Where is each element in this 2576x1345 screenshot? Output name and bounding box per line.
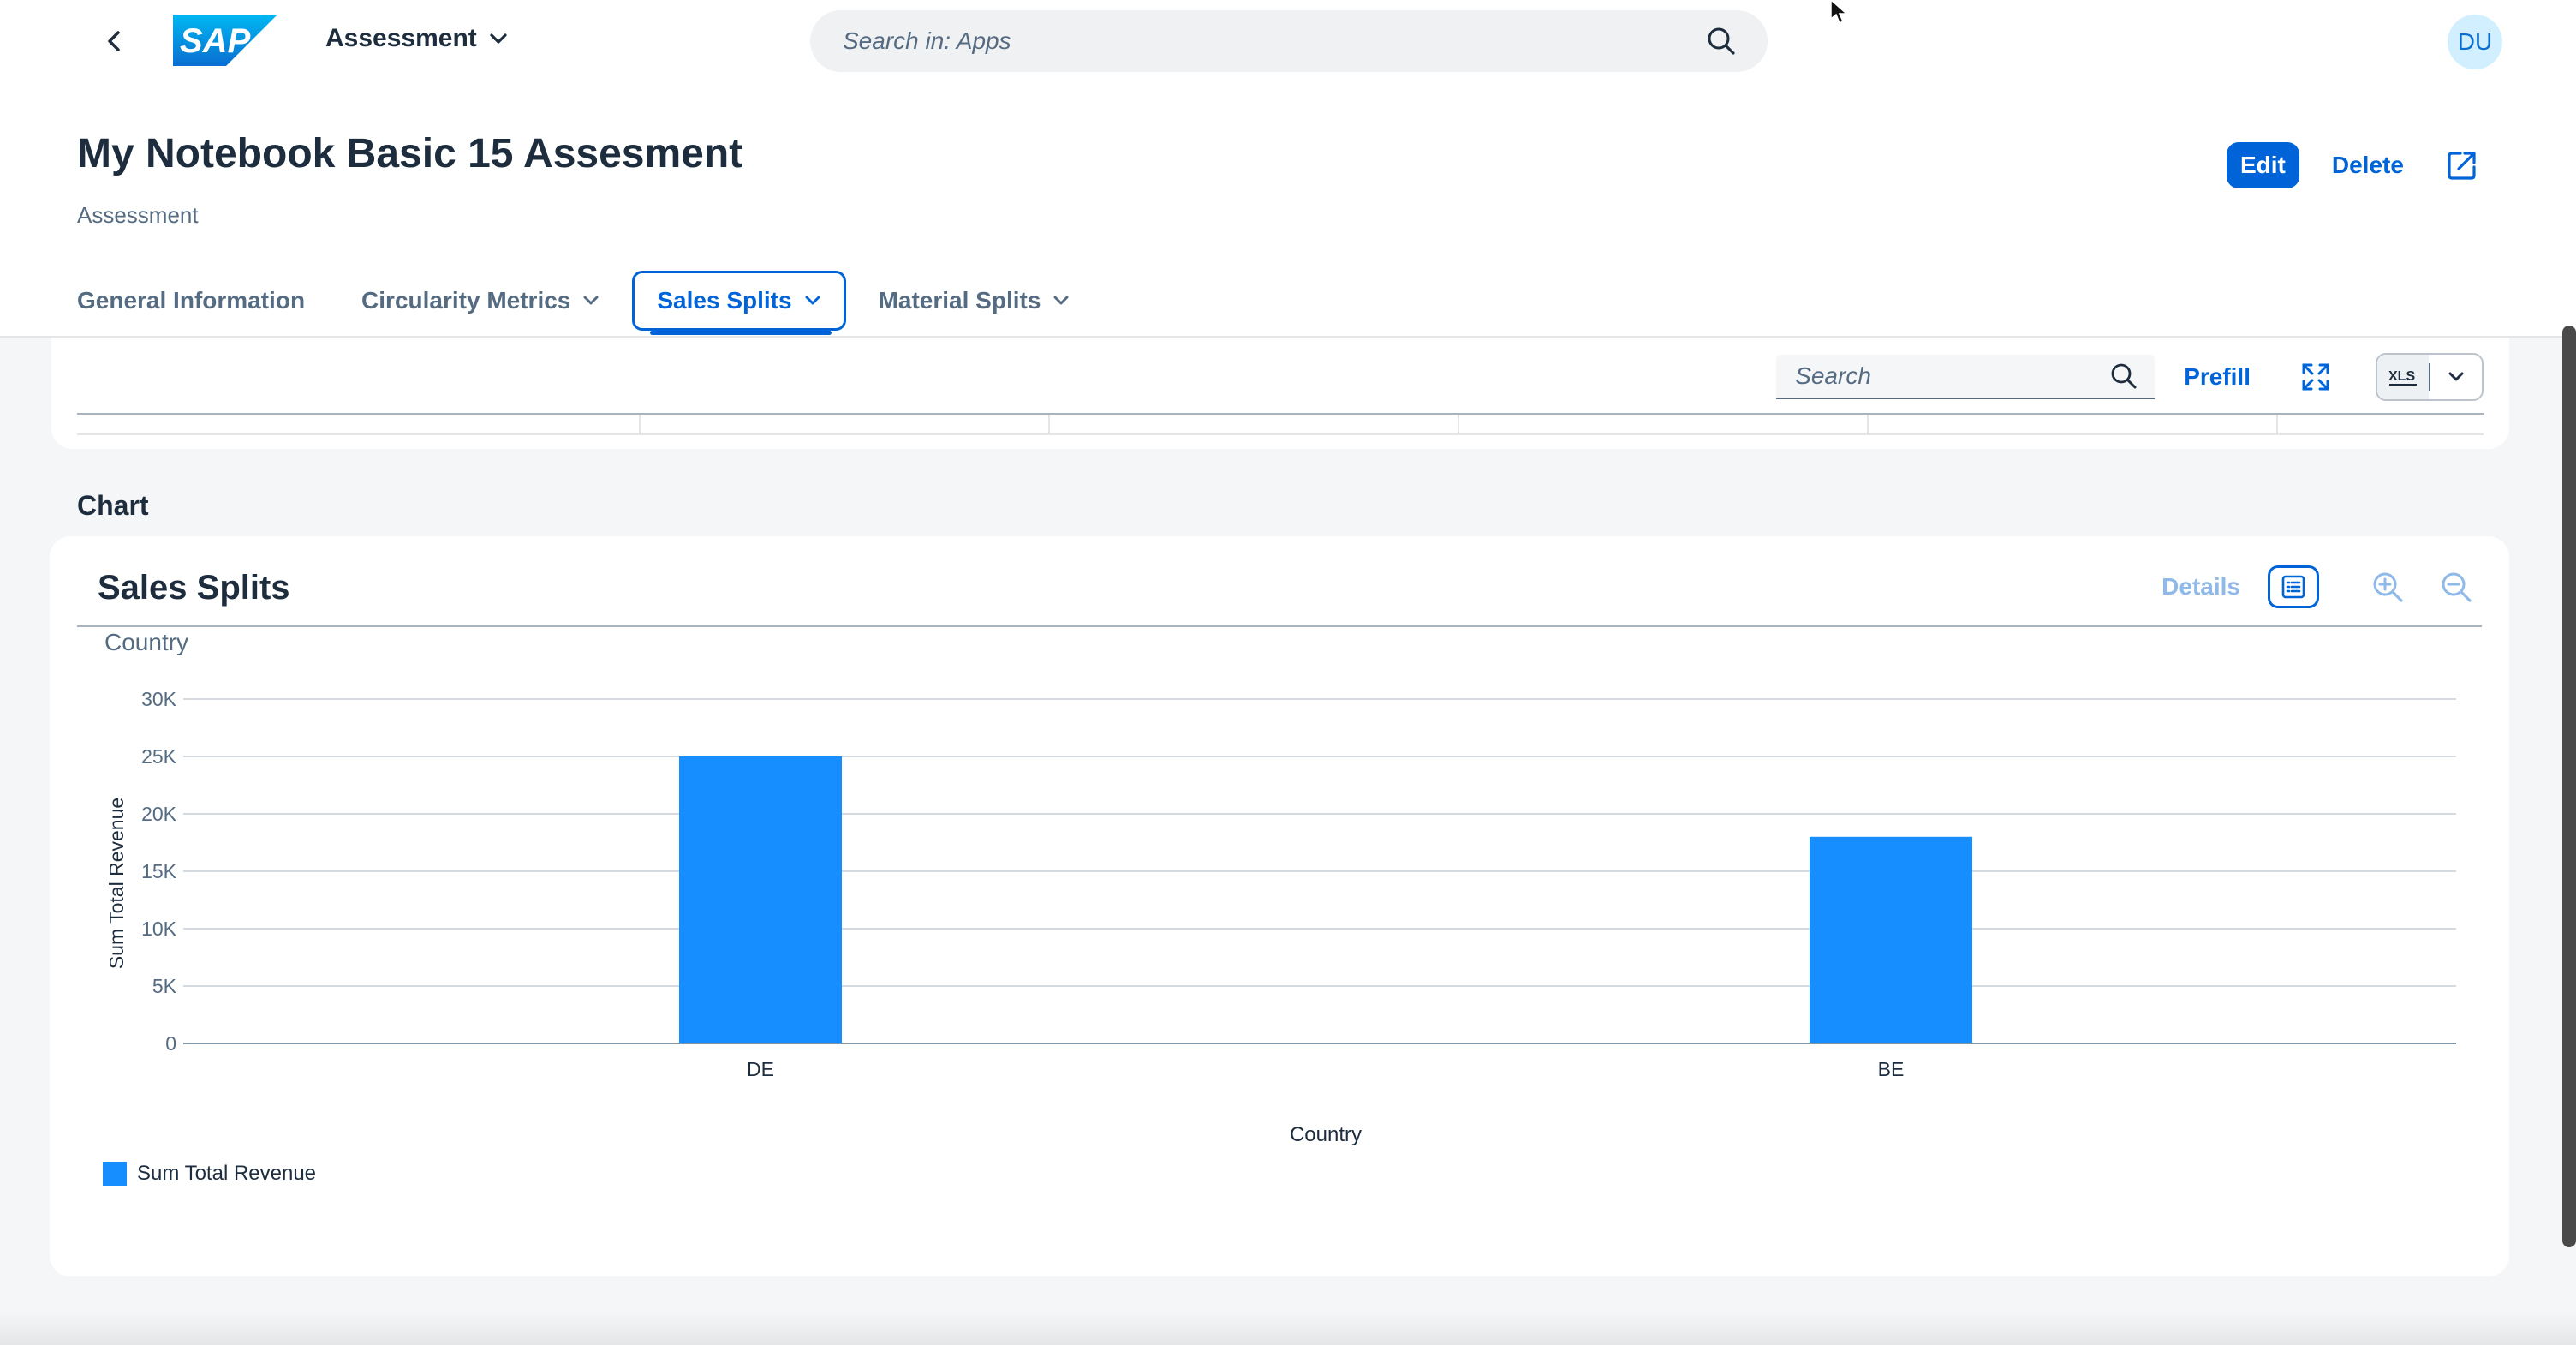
prefill-button[interactable]: Prefill	[2184, 363, 2251, 391]
y-tick-label: 20K	[141, 803, 177, 825]
user-avatar[interactable]: DU	[2448, 15, 2502, 69]
y-tick-label: 25K	[141, 745, 177, 768]
export-menu-button[interactable]	[2430, 355, 2482, 399]
chevron-down-icon	[2448, 372, 2464, 381]
svg-text:XLS: XLS	[2388, 369, 2415, 384]
chart-section-heading: Chart	[77, 490, 149, 521]
table-search	[1776, 355, 2156, 399]
page-subtitle: Assessment	[77, 202, 199, 228]
export-xls-button[interactable]: XLS	[2377, 355, 2429, 399]
column-separator	[639, 415, 641, 433]
search-icon[interactable]	[2110, 362, 2138, 390]
x-tick-label: DE	[747, 1058, 774, 1080]
legend-swatch	[103, 1162, 127, 1186]
tab-label: Material Splits	[878, 287, 1041, 314]
mouse-cursor-icon	[1830, 0, 1848, 25]
tab-label: Sales Splits	[657, 287, 792, 314]
y-tick-label: 5K	[152, 975, 177, 997]
object-page-header: My Notebook Basic 15 Assesment Assessmen…	[0, 82, 2576, 338]
global-search	[810, 10, 1768, 72]
delete-button[interactable]: Delete	[2325, 142, 2411, 188]
bar-be	[1810, 836, 1972, 1043]
column-separator	[1458, 415, 1459, 433]
y-tick-label: 15K	[141, 860, 177, 882]
tab-label: General Information	[77, 287, 306, 314]
tab-circularity-metrics[interactable]: Circularity Metrics	[361, 271, 599, 331]
page-title: My Notebook Basic 15 Assesment	[77, 131, 743, 176]
shell-bar: SAP Assessment DU	[0, 0, 2576, 82]
chart-card: Sales Splits Details Country 0 5K 10K 15K 20…	[50, 536, 2509, 1276]
page-bottom	[0, 1311, 2576, 1345]
page-scrollbar[interactable]	[2562, 326, 2576, 1247]
bar-chart: 0 5K 10K 15K 20K 25K 30K Sum Total Revenue DE BE C…	[105, 688, 2456, 1146]
legend-label: Sum Total Revenue	[137, 1162, 317, 1185]
svg-text:SAP: SAP	[180, 22, 251, 60]
search-icon[interactable]	[1706, 26, 1737, 57]
share-icon[interactable]	[2443, 146, 2481, 184]
tab-bar: General Information Circularity Metrics …	[77, 271, 1126, 338]
app-title-menu[interactable]: Assessment	[325, 24, 508, 53]
table-search-input[interactable]	[1793, 362, 2111, 391]
y-axis-title: Sum Total Revenue	[105, 798, 128, 969]
column-separator	[1048, 415, 1050, 433]
tab-general-information[interactable]: General Information	[77, 271, 305, 331]
sales-splits-table-card: Prefill XLS	[51, 338, 2509, 449]
table-toolbar: Prefill XLS	[1776, 353, 2484, 401]
y-tick-label: 30K	[141, 688, 177, 710]
y-tick-label: 0	[165, 1032, 176, 1055]
table-row[interactable]	[77, 415, 2484, 435]
chevron-down-icon	[490, 33, 507, 44]
sap-logo[interactable]: SAP	[173, 15, 277, 66]
tab-sales-splits[interactable]: Sales Splits	[632, 271, 846, 335]
header-actions: Edit Delete	[2227, 142, 2481, 188]
global-search-input[interactable]	[841, 27, 1706, 56]
fullscreen-icon[interactable]	[2300, 362, 2331, 392]
tab-material-splits[interactable]: Material Splits	[879, 271, 1070, 331]
column-separator	[2276, 415, 2278, 433]
x-axis-title: Country	[1290, 1123, 1362, 1146]
y-tick-label: 10K	[141, 918, 177, 940]
chart-legend: Sum Total Revenue	[103, 1162, 316, 1186]
app-title: Assessment	[325, 24, 477, 52]
export-button-group: XLS	[2376, 353, 2484, 401]
column-separator	[1867, 415, 1869, 433]
chevron-down-icon	[1053, 296, 1069, 305]
edit-button[interactable]: Edit	[2227, 142, 2299, 188]
chevron-down-icon	[583, 296, 599, 305]
excel-export-icon: XLS	[2388, 369, 2417, 386]
bar-de	[679, 756, 842, 1043]
chevron-down-icon	[805, 296, 820, 305]
back-arrow-icon[interactable]	[101, 26, 128, 57]
x-tick-label: BE	[1878, 1058, 1905, 1080]
tab-label: Circularity Metrics	[361, 287, 571, 314]
